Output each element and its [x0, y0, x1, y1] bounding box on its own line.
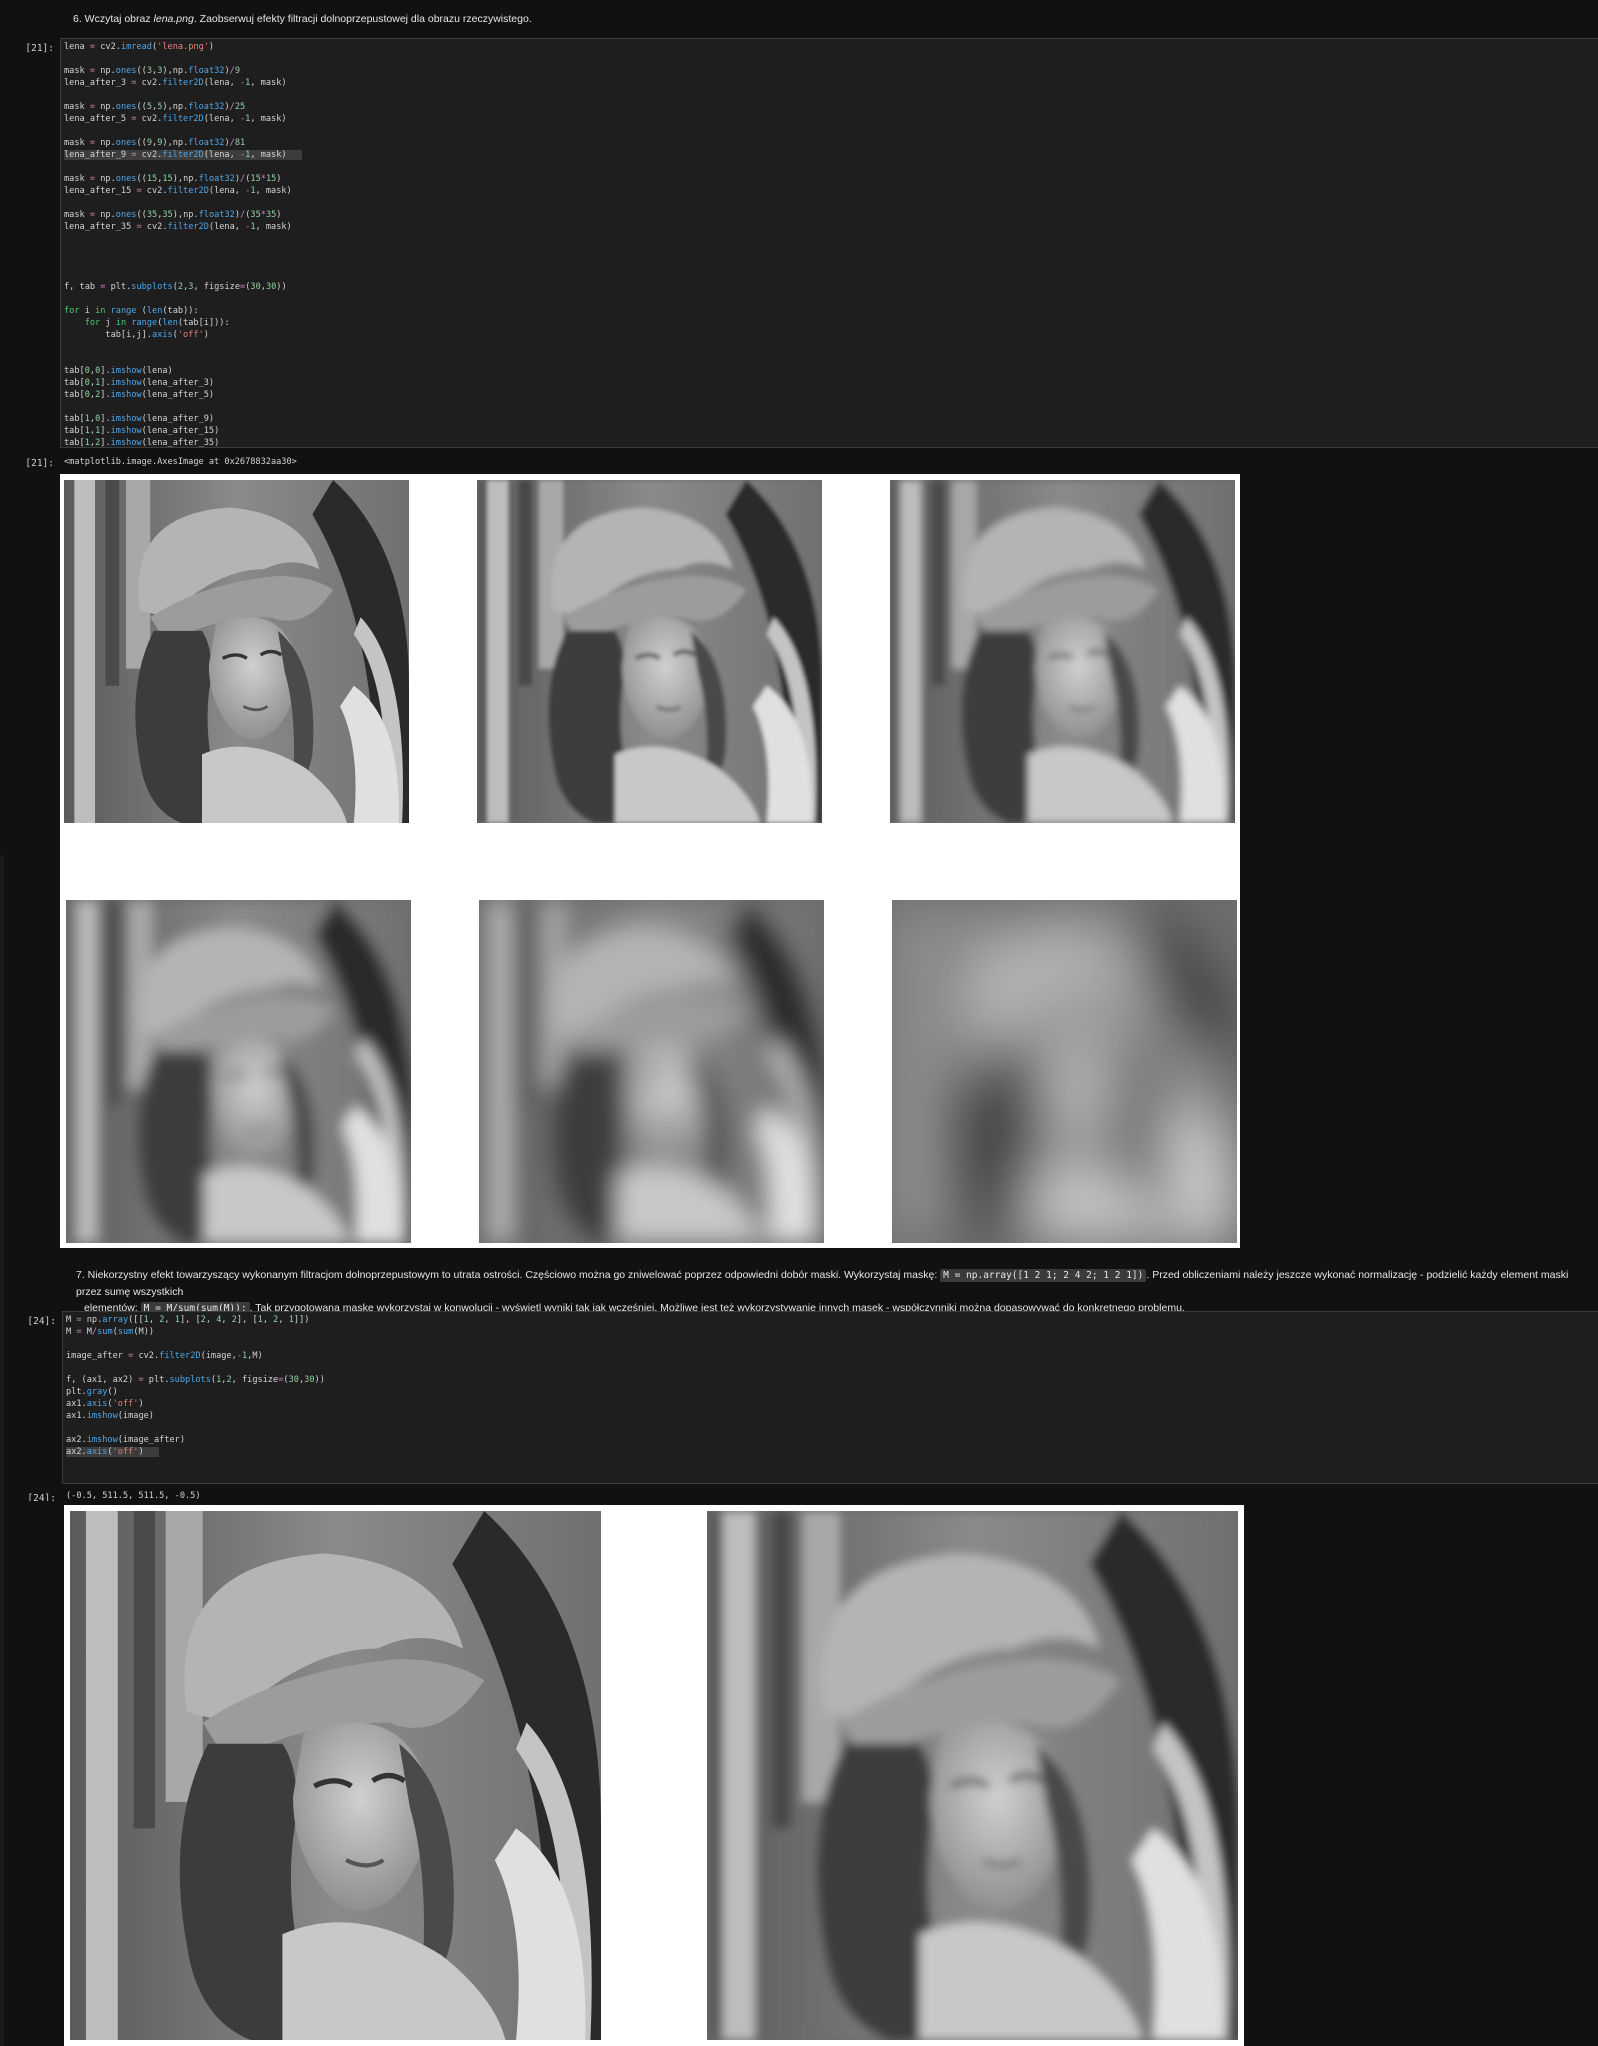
scroll-gutter [0, 855, 4, 2046]
image-lena-after-3 [477, 480, 822, 823]
cell-prompt: [24]: [27, 1316, 56, 1327]
code-cell-24[interactable]: M = np.array([[1, 2, 1], [2, 4, 2], [1, … [62, 1311, 1598, 1484]
markdown-cell-6[interactable]: 6. Wczytaj obraz lena.png. Zaobserwuj ef… [73, 11, 532, 27]
markdown-text: . Zaobserwuj efekty filtracji dolnoprzep… [193, 13, 532, 25]
markdown-text: 7. Niekorzystny efekt towarzyszący wykon… [76, 1269, 941, 1281]
image-after-filter [707, 1511, 1238, 2040]
output-prompt: [21]: [25, 458, 54, 469]
image-original [70, 1511, 601, 2040]
code-editor[interactable]: M = np.array([[1, 2, 1], [2, 4, 2], [1, … [66, 1314, 325, 1458]
markdown-text: 6. Wczytaj obraz [73, 13, 154, 25]
markdown-cell-7[interactable]: 7. Niekorzystny efekt towarzyszący wykon… [76, 1267, 1586, 1317]
output-prompt: [24]: [27, 1493, 56, 1501]
image-lena-after-5 [890, 480, 1235, 823]
image-lena [64, 480, 409, 823]
cell-prompt: [21]: [25, 43, 54, 54]
output-text: (-0.5, 511.5, 511.5, -0.5) [66, 1491, 201, 1501]
code-editor[interactable]: lena = cv2.imread('lena.png') mask = np.… [64, 41, 303, 449]
markdown-line-1: 7. Niekorzystny efekt towarzyszący wykon… [76, 1267, 1586, 1300]
image-lena-after-15 [479, 900, 824, 1243]
output-text: <matplotlib.image.AxesImage at 0x2678832… [64, 457, 297, 467]
image-lena-after-35 [892, 900, 1237, 1243]
image-lena-after-9 [66, 900, 411, 1243]
filename-emphasis: lena.png [153, 13, 194, 25]
inline-code-mask: M = np.array([1 2 1; 2 4 2; 1 2 1]) [940, 1269, 1147, 1282]
code-cell-21[interactable]: lena = cv2.imread('lena.png') mask = np.… [60, 38, 1598, 448]
